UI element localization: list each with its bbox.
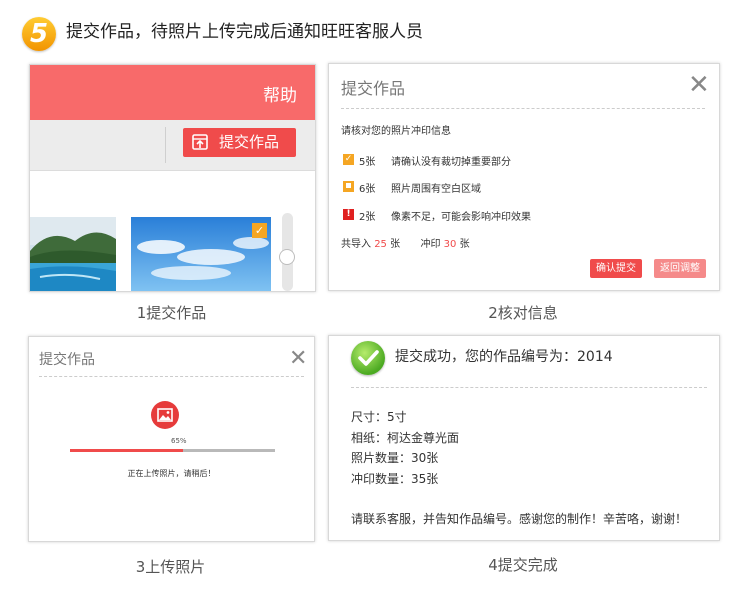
error-icon: ! — [343, 209, 354, 220]
detail-paper: 相纸：柯达金尊光面 — [351, 431, 460, 445]
dialog-title: 提交作品 — [39, 352, 95, 368]
panel-submit-complete: 提交成功，您的作品编号为：2014 尺寸：5寸 相纸：柯达金尊光面 照片数量：3… — [328, 335, 720, 541]
row-text: 像素不足，可能会影响冲印效果 — [391, 212, 531, 223]
caption-step4: 4提交完成 — [488, 556, 558, 574]
photo-thumbnail[interactable]: ✓ — [131, 217, 271, 291]
import-count: 25 — [374, 239, 387, 250]
dialog-title: 提交作品 — [341, 79, 406, 98]
print-label: 冲印 — [420, 239, 441, 250]
return-adjust-button[interactable]: 返回调整 — [654, 259, 706, 278]
confirm-submit-button[interactable]: 确认提交 — [590, 259, 642, 278]
detail-size: 尺寸：5寸 — [351, 410, 407, 424]
upload-icon — [192, 134, 208, 150]
row-count: 5张 — [359, 157, 376, 168]
sky-photo-image — [131, 217, 271, 291]
panel-upload-photos: 提交作品 ✕ 65% 正在上传照片，请稍后！ — [28, 336, 315, 542]
contact-note: 请联系客服，并告知作品编号。感谢您的制作！辛苦咯，谢谢！ — [351, 512, 688, 526]
row-count: 2张 — [359, 212, 376, 223]
divider — [341, 108, 705, 109]
divider — [39, 376, 304, 377]
blank-area-icon — [343, 181, 354, 192]
print-count: 30 — [443, 239, 457, 250]
import-label: 共导入 — [341, 239, 371, 250]
progress-fill — [70, 449, 183, 452]
print-unit: 张 — [459, 239, 470, 250]
page-heading: 提交作品，待照片上传完成后通知旺旺客服人员 — [66, 22, 423, 42]
row-text: 请确认没有裁切掉重要部分 — [391, 157, 511, 168]
submit-work-button[interactable]: 提交作品 — [183, 128, 296, 157]
import-unit: 张 — [390, 239, 401, 250]
app-header: 帮助 — [30, 65, 315, 120]
progress-percent: 65% — [171, 437, 187, 445]
toolbar-divider — [165, 127, 166, 163]
image-upload-icon — [151, 401, 179, 429]
row-count: 6张 — [359, 184, 376, 195]
step-number-badge: 5 — [22, 17, 56, 51]
detail-photo-count: 照片数量：30张 — [351, 451, 439, 465]
row-text: 照片周围有空白区域 — [391, 184, 481, 195]
detail-print-count: 冲印数量：35张 — [351, 472, 439, 486]
summary-line: 共导入 25 张 冲印 30 张 — [341, 235, 470, 250]
divider — [351, 387, 707, 388]
pool-photo-image — [30, 217, 116, 291]
success-message: 提交成功，您的作品编号为：2014 — [395, 349, 613, 365]
help-link[interactable]: 帮助 — [263, 81, 297, 106]
caption-step3: 3上传照片 — [135, 558, 206, 576]
panel-submit-work: 帮助 提交作品 ✓ — [29, 64, 316, 292]
progress-bar — [70, 449, 275, 452]
success-check-icon — [351, 341, 385, 375]
panel-verify-info: 提交作品 ✕ 请核对您的照片冲印信息 ✓ 5张 请确认没有裁切掉重要部分 6张 … — [328, 63, 720, 291]
caption-step1: 1提交作品 — [136, 304, 207, 322]
dialog-subtitle: 请核对您的照片冲印信息 — [341, 126, 451, 137]
close-icon[interactable]: ✕ — [289, 346, 307, 372]
caption-step2: 2核对信息 — [488, 304, 558, 322]
submit-work-label: 提交作品 — [219, 133, 280, 151]
crop-warning-icon: ✓ — [343, 154, 354, 165]
crop-check-icon: ✓ — [252, 223, 267, 238]
photo-thumbnail[interactable] — [30, 217, 116, 291]
scrollbar-thumb[interactable] — [279, 249, 295, 265]
close-icon[interactable]: ✕ — [688, 72, 710, 98]
upload-status: 正在上传照片，请稍后！ — [127, 469, 216, 478]
